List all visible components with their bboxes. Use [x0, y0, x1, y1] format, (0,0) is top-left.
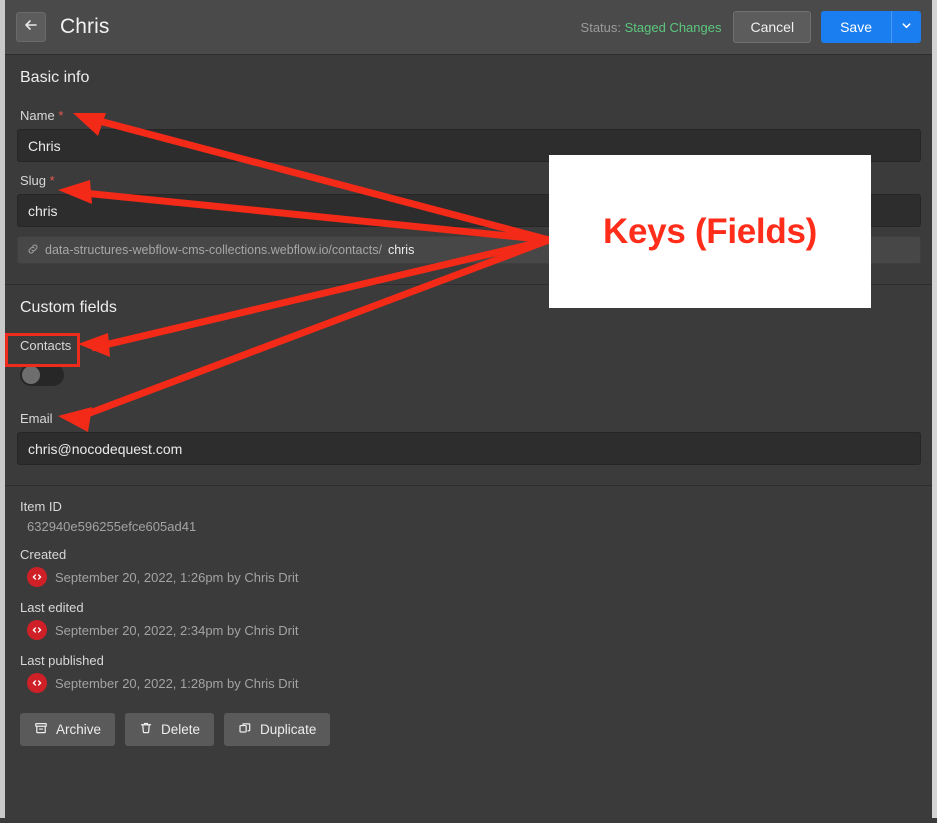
- duplicate-button[interactable]: Duplicate: [224, 713, 331, 746]
- item-metadata-section: Item ID 632940e596255efce605ad41 Created…: [5, 486, 933, 746]
- save-button[interactable]: Save: [821, 11, 891, 43]
- slug-required-marker: *: [49, 173, 55, 188]
- contacts-toggle-knob: [22, 366, 40, 384]
- page-title: Chris: [60, 15, 110, 38]
- slug-url-preview: data-structures-webflow-cms-collections.…: [17, 236, 921, 264]
- name-field-label: Name *: [17, 97, 921, 129]
- created-row: September 20, 2022, 1:26pm by Chris Drit: [17, 567, 921, 587]
- email-input[interactable]: [17, 432, 921, 465]
- slug-input[interactable]: [17, 194, 921, 227]
- slug-url-value: chris: [387, 243, 415, 257]
- delete-button[interactable]: Delete: [125, 713, 215, 746]
- item-editor-panel: Chris Status: Staged Changes Cancel Save: [5, 0, 933, 818]
- back-button[interactable]: [16, 12, 46, 42]
- contacts-field-label: Contacts: [20, 338, 72, 353]
- editor-topbar: Chris Status: Staged Changes Cancel Save: [5, 0, 933, 55]
- basic-info-section: Basic info Name * Slug * data-structures…: [5, 55, 933, 285]
- name-required-marker: *: [58, 108, 64, 123]
- window-edge-right: [932, 0, 937, 818]
- last-published-value: September 20, 2022, 1:28pm by Chris Drit: [55, 675, 299, 691]
- name-input[interactable]: [17, 129, 921, 162]
- name-label-text: Name: [20, 108, 55, 123]
- chevron-down-icon: [901, 18, 912, 36]
- custom-fields-heading: Custom fields: [20, 299, 117, 316]
- cancel-button[interactable]: Cancel: [733, 11, 812, 43]
- item-id-label: Item ID: [20, 499, 62, 514]
- basic-info-heading: Basic info: [20, 69, 90, 86]
- status-value: Staged Changes: [624, 19, 722, 35]
- email-field-label: Email: [20, 411, 53, 426]
- last-published-label: Last published: [20, 653, 104, 668]
- code-badge-icon: [27, 620, 47, 640]
- last-published-row: September 20, 2022, 1:28pm by Chris Drit: [17, 673, 921, 693]
- archive-button[interactable]: Archive: [20, 713, 116, 746]
- item-actions: Archive Delete Duplicate: [17, 693, 921, 746]
- delete-button-label: Delete: [161, 722, 201, 737]
- slug-url-base: data-structures-webflow-cms-collections.…: [45, 243, 382, 257]
- custom-fields-section: Custom fields Contacts Email: [5, 285, 933, 486]
- created-label: Created: [20, 547, 67, 562]
- save-button-group: Save: [821, 11, 921, 43]
- code-badge-icon: [27, 673, 47, 693]
- last-edited-value: September 20, 2022, 2:34pm by Chris Drit: [55, 622, 299, 638]
- created-value: September 20, 2022, 1:26pm by Chris Drit: [55, 569, 299, 585]
- archive-button-label: Archive: [56, 722, 102, 737]
- copy-icon: [238, 721, 252, 738]
- topbar-actions: Status: Staged Changes Cancel Save: [581, 11, 921, 43]
- window-edge-left: [0, 0, 5, 818]
- duplicate-button-label: Duplicate: [260, 722, 317, 737]
- trash-icon: [139, 721, 153, 738]
- slug-label-text: Slug: [20, 173, 47, 188]
- save-options-button[interactable]: [891, 11, 921, 43]
- code-badge-icon: [27, 567, 47, 587]
- last-edited-label: Last edited: [20, 600, 84, 615]
- arrow-left-icon: [23, 17, 39, 38]
- last-edited-row: September 20, 2022, 2:34pm by Chris Drit: [17, 620, 921, 640]
- slug-field-label: Slug *: [17, 162, 921, 194]
- item-id-value: 632940e596255efce605ad41: [27, 519, 197, 534]
- archive-box-icon: [34, 721, 48, 738]
- status-label: Status:: [580, 19, 621, 35]
- link-icon: [27, 243, 39, 258]
- contacts-toggle[interactable]: [20, 364, 64, 386]
- status-badge: Status: Staged Changes: [581, 20, 722, 35]
